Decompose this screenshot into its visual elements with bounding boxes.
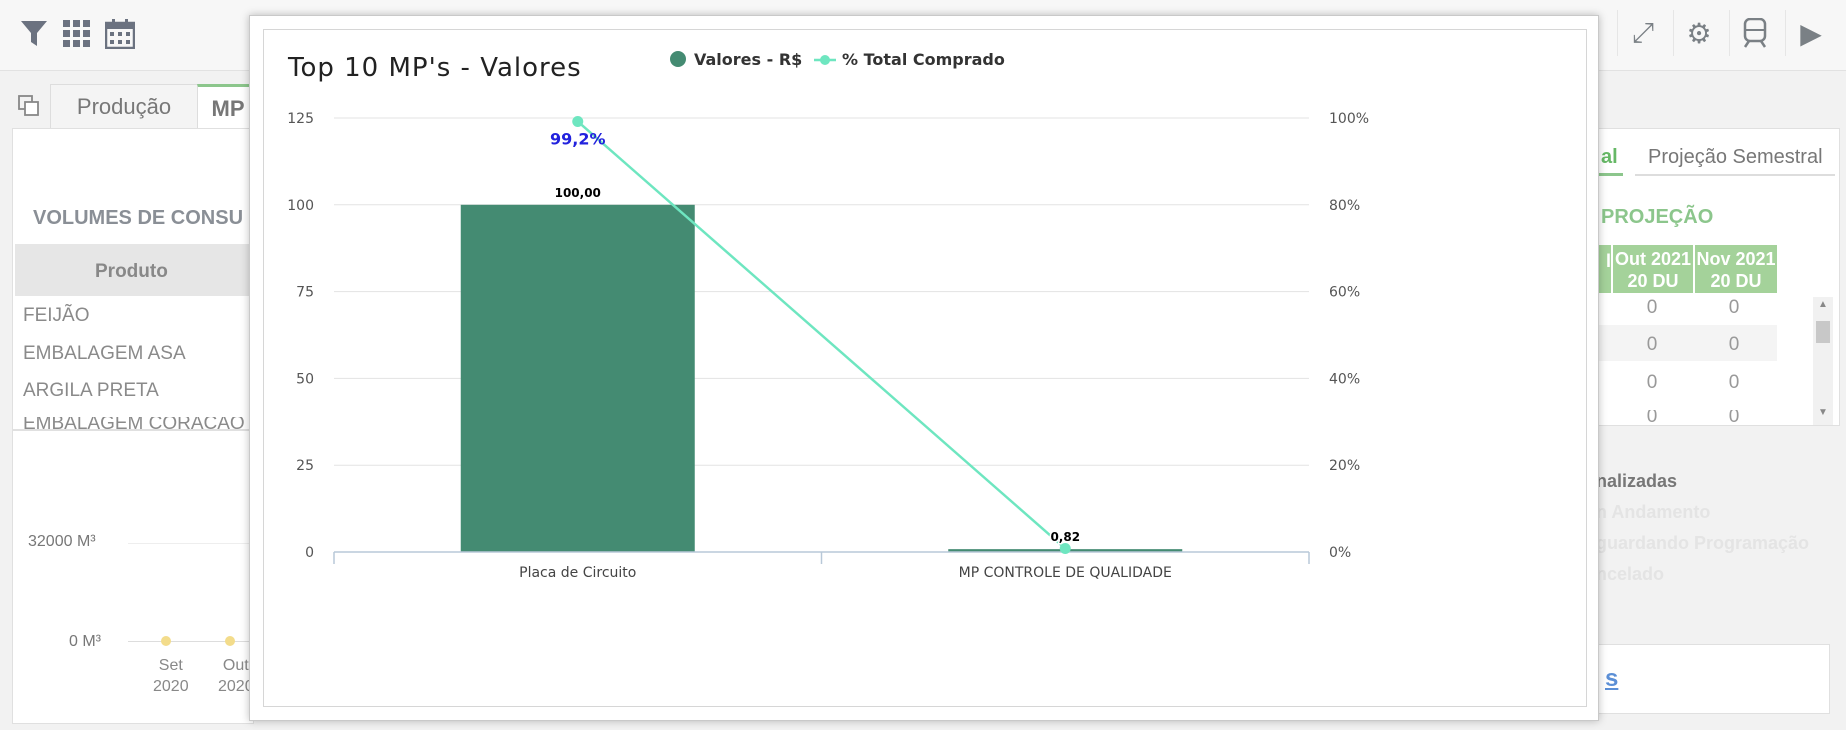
y2-tick-label: 60% [1329,285,1360,301]
mini-y-label: 0 M³ [69,633,101,650]
tab-mensal[interactable]: al [1601,146,1618,169]
y2-tick-label: 20% [1329,458,1360,474]
chart-modal: Top 10 MP's - Valores Valores - R$ % Tota… [249,15,1599,721]
projection-title: PROJEÇÃO [1601,206,1714,228]
grid-icon[interactable] [59,16,95,52]
table-row: FEIJÃO [23,305,90,326]
details-link[interactable]: s [1605,665,1618,693]
top10-chart: Top 10 MP's - Valores Valores - R$ % Tota… [287,50,1369,581]
scroll-up-icon[interactable]: ▲ [1818,299,1828,310]
y2-tick-label: 0% [1329,545,1351,561]
scroll-thumb[interactable] [1816,321,1830,343]
legend-bar-label: Valores - R$ [694,50,802,69]
y-tick-label: 75 [296,285,314,301]
table-row: 00 [1646,372,1740,393]
scroll-down-icon[interactable]: ▼ [1818,407,1828,418]
status-legend: nalizadas n Andamento guardando Programa… [1596,471,1810,584]
y-tick-label: 25 [296,458,314,474]
tab-underline [1597,173,1623,176]
y-axis-right: 0% 20% 40% 60% 80% 100% [1329,111,1369,561]
y-tick-label: 0 [305,545,314,561]
link-box: s [1596,644,1830,714]
produto-header: Produto [95,261,168,282]
tab-underline-grey [1635,174,1835,176]
chart-frame: Top 10 MP's - Valores Valores - R$ % Tota… [263,29,1587,707]
legend-line-dot [820,55,830,65]
table-row-clipped: EMBALAGEM CORAÇÃO [23,417,245,429]
chart-title: Top 10 MP's - Valores [287,53,582,83]
x-tick-label: MP CONTROLE DE QUALIDADE [959,565,1172,581]
chart-legend: Valores - R$ % Total Comprado [670,50,1005,69]
y-tick-label: 50 [296,371,314,387]
line-point [572,115,584,127]
y-tick-label: 125 [287,111,314,127]
mini-point [161,636,171,646]
train-icon[interactable] [1729,10,1780,56]
tab-projecao-semestral[interactable]: Projeção Semestral [1648,146,1823,169]
scrollbar[interactable]: ▲ ▼ [1813,297,1833,425]
y-tick-label: 100 [287,198,314,214]
y-axis-left: 0 25 50 75 100 125 [287,111,314,561]
table-row: ARGILA PRETA [23,380,159,401]
line-point [1059,543,1071,555]
mini-point [225,636,235,646]
volumes-panel: VOLUMES DE CONSU Produto FEIJÃO EMBALAGE… [12,128,254,430]
mini-y-label: 32000 M³ [28,533,96,550]
legend-bar-marker [670,51,686,67]
bar [460,204,695,553]
filter-icon[interactable] [16,16,52,52]
projection-panel: al Projeção Semestral PROJEÇÃO l Out 202… [1596,128,1840,426]
column-header: Nov 2021 20 DU [1695,245,1777,293]
y2-tick-label: 100% [1329,111,1369,127]
x-tick-label: Placa de Circuito [519,565,636,581]
column-header-partial: l [1597,245,1611,293]
table-row: 00 [1646,334,1740,355]
table-row: EMBALAGEM ASA [23,343,186,364]
mini-chart-panel: 32000 M³ 0 M³ Set 2020 Out 2020 [12,430,254,724]
copy-icon[interactable] [18,95,40,117]
expand-icon[interactable]: ⤢ [1617,10,1668,56]
table-row-clipped: 00 [1646,410,1740,422]
mini-x-label: Set 2020 [153,657,189,695]
mini-gridline [128,543,253,544]
x-axis: Placa de Circuito MP CONTROLE DE QUALIDAD… [333,551,1310,581]
column-header: Out 2021 20 DU [1613,245,1693,293]
calendar-icon[interactable] [102,16,138,52]
tab-producao[interactable]: Produção [50,84,198,129]
play-icon[interactable]: ▶ [1785,10,1836,56]
y2-tick-label: 40% [1329,371,1360,387]
bar-data-label: 100,00 [555,186,601,200]
gear-icon[interactable]: ⚙ [1673,10,1724,56]
bar-data-label: 0,82 [1050,530,1080,544]
line-data-label: 99,2% [550,129,606,148]
volumes-title: VOLUMES DE CONSU [33,207,244,229]
legend-line-label: % Total Comprado [842,50,1005,69]
y2-tick-label: 80% [1329,198,1360,214]
